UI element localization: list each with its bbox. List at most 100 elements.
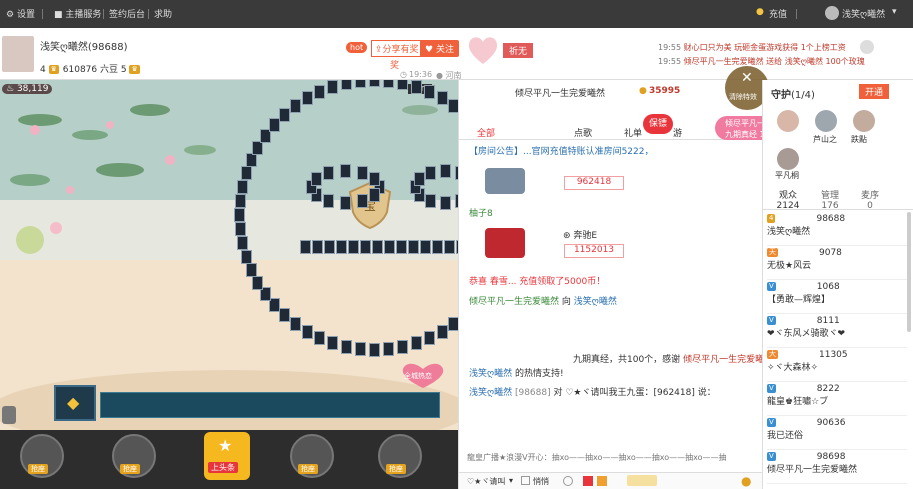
room-notice: 【房间公告】...官网充值特账认准房间5222， (469, 147, 654, 157)
user-name: 无极★风云 (767, 261, 812, 271)
guard-avatar[interactable] (815, 110, 837, 132)
send-icon[interactable]: ● (741, 474, 751, 488)
follow-button[interactable]: ♥ 关注 (420, 40, 459, 57)
user-id: 11305 (819, 350, 848, 360)
menu-sign-backend[interactable]: 签约后台 (109, 7, 145, 20)
gear-icon: ⚙ (6, 10, 15, 20)
guard-avatar[interactable] (853, 110, 875, 132)
menu-help[interactable]: 求助 (154, 7, 172, 20)
chevron-down-icon[interactable]: ▾ (892, 7, 897, 17)
guard-avatar[interactable] (777, 110, 799, 132)
user-name: 浅笑ღ曦然 (767, 227, 811, 237)
user-name: 倾尽平凡一生完爱曦然 (767, 465, 858, 475)
anchor-name: 浅笑ღ曦然(98688) (40, 42, 128, 53)
settings-button[interactable]: ⚙ 设置 (6, 7, 35, 20)
list-item[interactable]: V 8222 龍皇♚狂嘯☆ブ (767, 384, 907, 416)
car-value: 1152013 (564, 244, 624, 258)
headline-button[interactable]: ★ 上头条 (204, 432, 250, 480)
recipient-select[interactable]: ♡★ヾ请叫 (467, 476, 505, 487)
clock-icon: ◷ (400, 70, 407, 79)
star-icon: ★ (218, 436, 233, 455)
user-name: ❤ヾ东风メ骑歌ヾ❤ (767, 329, 846, 339)
car-value: 962418 (564, 176, 624, 190)
recharge-button[interactable]: 充值 (769, 7, 787, 20)
car-name: ⊛ 奔驰E (563, 231, 598, 241)
guard-name: 平凡桐 (775, 171, 799, 180)
divider (103, 9, 104, 19)
newbie-button[interactable] (627, 475, 657, 486)
level-badge: V (767, 384, 776, 393)
shield-emblem-icon: 宝 (345, 180, 395, 230)
diamond-gift-button[interactable]: ◆ (54, 385, 96, 421)
seat-slot[interactable]: 抢座 (290, 434, 334, 478)
video-stream[interactable]: ♨ 38,119 6.rr 宝 全城热恋 ◆ (0, 80, 458, 430)
microphone-icon[interactable] (2, 406, 16, 424)
list-item[interactable]: 天 9078 无极★风云 (767, 248, 907, 280)
level-badge: V (767, 282, 776, 291)
tab-games[interactable]: 游 (673, 126, 682, 139)
open-guard-button[interactable]: 开通 (859, 84, 890, 99)
user-id: 9078 (819, 248, 842, 258)
level-badge: V (767, 418, 776, 427)
list-item-meta: V 8111 (767, 316, 907, 326)
diamond-icon: ◆ (67, 393, 80, 412)
list-item[interactable]: 4 98688 浅笑ღ曦然 (767, 214, 907, 246)
tab-songs[interactable]: 点歌 (574, 126, 592, 139)
heart-decoration-icon (466, 34, 500, 66)
tab-admins[interactable]: 管理 176 (817, 188, 843, 211)
broadcast-line: 19:55 倾尽平凡一生完爱曦然 送给 浅笑ღ曦然 100个玫瑰 (658, 57, 865, 66)
tab-mic-queue[interactable]: 麦序 0 (857, 188, 883, 211)
list-item[interactable]: V 98698 倾尽平凡一生完爱曦然 (767, 452, 907, 484)
top-coins: 35995 (649, 86, 681, 96)
promo-heart-icon[interactable]: 全城热恋 (396, 360, 450, 390)
seat-bar: 抢座 抢座 ★ 上头条 抢座 抢座 (0, 430, 458, 489)
video-backdrop (0, 80, 458, 430)
heart-icon: ♥ (425, 45, 434, 55)
tab-audience[interactable]: 观众 2124 (775, 188, 801, 211)
chevron-down-icon[interactable]: ▾ (509, 476, 513, 485)
level-badge: 4 (767, 214, 776, 223)
scroll-broadcast: 龍皇广播★浪漫V开心：抽xo——抽xo——抽xo——抽xo——抽xo——抽 (467, 453, 727, 462)
guard-avatar[interactable] (777, 148, 799, 170)
list-item[interactable]: V 90636 我已还俗 (767, 418, 907, 450)
user-id: 98688 (816, 214, 846, 224)
share-button[interactable]: ⇪分享有奖 (371, 40, 423, 57)
private-checkbox[interactable] (521, 476, 530, 485)
level-badge: 大 (767, 350, 778, 359)
chat-input-bar: ♡★ヾ请叫 ▾ 悄悄 ● (459, 472, 763, 489)
home-icon: ■ (54, 10, 63, 20)
scrollbar[interactable] (907, 212, 911, 332)
seat-slot[interactable]: 抢座 (112, 434, 156, 478)
list-item[interactable]: 大 11305 ✧ヾ大森林✧ (767, 350, 907, 382)
share-reward-text: 奖 (390, 61, 400, 71)
list-item[interactable]: V 8111 ❤ヾ东风メ骑歌ヾ❤ (767, 316, 907, 348)
red-gift-icon[interactable] (583, 476, 593, 486)
seat-slot[interactable]: 抢座 (378, 434, 422, 478)
guard-name: 芦山之 (813, 135, 837, 144)
coin-icon: ● (639, 86, 647, 96)
gift-message: 倾尽平凡一生完爱曦然 向 浅笑ღ曦然 (469, 297, 617, 307)
orange-gift-icon[interactable] (597, 476, 607, 486)
divider (42, 9, 43, 19)
anchor-avatar[interactable] (2, 36, 34, 72)
gift-message-tail: 九期真经，共100个，感谢 倾尽平凡一生完爱曦然 (573, 355, 774, 365)
emoji-icon[interactable] (563, 476, 573, 486)
user-name: ✧ヾ大森林✧ (767, 363, 819, 373)
menu-anchor-service[interactable]: ■ 主播服务 (54, 7, 101, 20)
top-contributor: 倾尽平凡一生完爱曦然 (515, 89, 606, 99)
svg-text:宝: 宝 (364, 199, 376, 213)
hot-badge: hot (346, 42, 368, 53)
seat-slot[interactable]: 抢座 (20, 434, 64, 478)
tab-all[interactable]: 全部 (477, 126, 495, 139)
list-item-meta: V 8222 (767, 384, 907, 394)
level-badge: V (767, 316, 776, 325)
tab-gifts[interactable]: 礼单 (624, 126, 642, 139)
guard-button[interactable]: 保镖 (643, 114, 673, 134)
avatar[interactable] (825, 6, 839, 20)
username-label[interactable]: 浅笑ღ曦然 (842, 7, 885, 20)
user-id: 98698 (816, 452, 846, 462)
list-item[interactable]: V 1068 【勇敢—辉煌】 (767, 282, 907, 314)
chat-message: 浅笑ღ曦然 [98688] 对 ♡★ヾ请叫我王九蛋：[962418] 说： (469, 388, 716, 398)
gift-line: 柚子8 (469, 209, 493, 219)
time-label: 19:36 (409, 70, 433, 79)
